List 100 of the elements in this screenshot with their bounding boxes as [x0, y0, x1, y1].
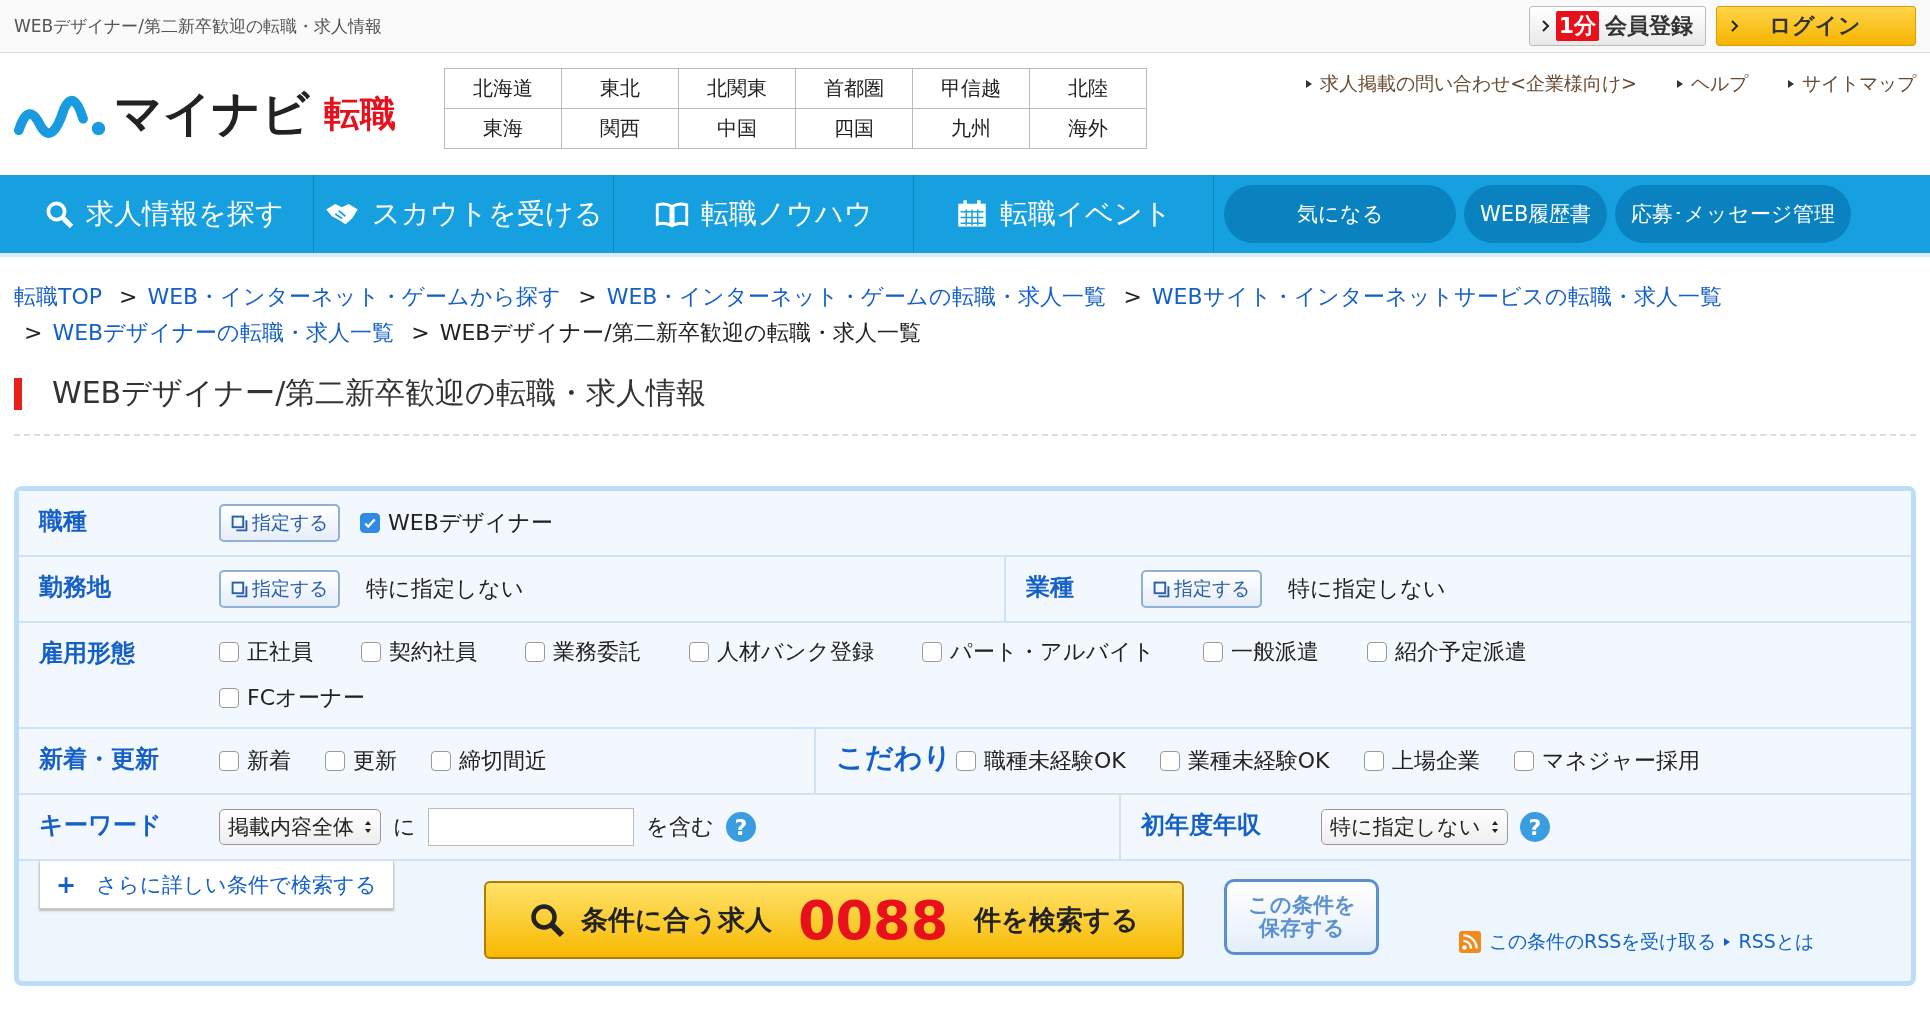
checkbox[interactable] [1367, 642, 1387, 662]
logo-text: マイナビ [114, 84, 310, 143]
region-link[interactable]: 東北 [562, 68, 679, 109]
option-label: FCオーナー [247, 684, 365, 712]
breadcrumb-separator: > [24, 320, 43, 345]
region-link[interactable]: 九州 [913, 108, 1030, 149]
checkbox[interactable] [1513, 751, 1534, 771]
breadcrumb-separator: > [411, 320, 430, 345]
field-label: 業種 [1025, 572, 1075, 603]
region-link[interactable]: 北関東 [679, 68, 796, 109]
field-label: 新着・更新 [38, 744, 160, 775]
save-conditions-button[interactable]: この条件を 保存する [1224, 879, 1380, 955]
region-link[interactable]: 中国 [679, 108, 796, 149]
page-heading: WEBデザイナー/第二新卒歓迎の転職・求人情報 [52, 374, 707, 412]
search-button[interactable]: 条件に合う求人 0088 件を検索する [484, 881, 1185, 959]
scope-select[interactable]: 掲載内容全体 [219, 809, 381, 845]
rss-icon [1459, 931, 1482, 953]
option-label: 正社員 [247, 638, 313, 666]
triangle-icon [1677, 80, 1683, 88]
region-link[interactable]: 北陸 [1030, 68, 1147, 109]
keyword-input[interactable] [428, 808, 634, 846]
field-label: 雇用形態 [38, 638, 136, 669]
checkbox[interactable] [525, 642, 545, 662]
connector-text: に [393, 813, 416, 841]
option-label: 職種未経験OK [984, 747, 1126, 775]
window-icon [231, 514, 248, 532]
breadcrumb-separator: > [1123, 284, 1142, 309]
region-link[interactable]: 関西 [562, 108, 679, 149]
field-label: 勤務地 [38, 572, 112, 603]
suffix-text: を含む [646, 813, 714, 841]
triangle-icon [1306, 80, 1313, 88]
checkbox[interactable] [1203, 642, 1223, 662]
checkbox[interactable] [360, 513, 380, 533]
specify-button[interactable]: 指定する [1141, 570, 1262, 608]
header-link[interactable]: ヘルプ [1691, 71, 1748, 97]
checkbox[interactable] [431, 751, 451, 771]
nav-pill-button[interactable]: WEB履歴書 [1464, 185, 1608, 243]
window-icon [231, 580, 248, 598]
login-button[interactable]: ログイン [1716, 6, 1916, 46]
checkbox[interactable] [325, 751, 345, 771]
register-button[interactable]: 1分 会員登録 [1528, 6, 1706, 46]
header-link[interactable]: 求人掲載の問い合わせ<企業様向け> [1320, 71, 1637, 97]
specify-button[interactable]: 指定する [219, 570, 340, 608]
field-value: 特に指定しない [366, 575, 524, 603]
chevron-icon [1541, 20, 1550, 32]
field-label: キーワード [38, 810, 163, 841]
check-icon [363, 516, 377, 530]
option-label: 人材バンク登録 [717, 638, 874, 666]
option-label: 業種未経験OK [1187, 747, 1330, 775]
window-icon [1153, 580, 1170, 598]
option-label: 更新 [353, 747, 397, 775]
checkbox[interactable] [1363, 751, 1384, 771]
checkbox[interactable] [361, 642, 381, 662]
rss-about-link[interactable]: RSSとは [1738, 929, 1814, 955]
checkbox[interactable] [219, 642, 239, 662]
breadcrumb-separator: > [119, 284, 138, 309]
search-icon [528, 902, 565, 938]
option-label: 業務委託 [553, 638, 641, 666]
region-link[interactable]: 甲信越 [913, 68, 1030, 109]
search-icon [43, 199, 74, 229]
header-link[interactable]: サイトマップ [1802, 71, 1916, 97]
salary-select[interactable]: 特に指定しない [1321, 809, 1508, 845]
breadcrumb-link[interactable]: 転職TOP [14, 284, 103, 309]
breadcrumb-link[interactable]: WEB・インターネット・ゲームから探す [147, 284, 562, 309]
updown-arrow-icon [364, 820, 372, 834]
field-label: 初年度年収 [1139, 810, 1262, 841]
breadcrumb-link[interactable]: WEBサイト・インターネットサービスの転職・求人一覧 [1151, 284, 1722, 309]
option-label: 紹介予定派遣 [1395, 638, 1527, 666]
checkbox[interactable] [922, 642, 942, 662]
checkbox[interactable] [219, 751, 239, 771]
breadcrumb-separator: > [578, 284, 597, 309]
breadcrumb-link[interactable]: WEB・インターネット・ゲームの転職・求人一覧 [606, 284, 1107, 309]
calendar-icon [955, 199, 988, 229]
specify-button[interactable]: 指定する [219, 504, 340, 542]
region-link[interactable]: 北海道 [445, 68, 562, 109]
option-label: WEBデザイナー [388, 509, 553, 537]
option-label: マネジャー採用 [1541, 747, 1700, 775]
option-label: 上場企業 [1391, 747, 1480, 775]
breadcrumb-link[interactable]: WEBデザイナーの転職・求人一覧 [52, 320, 395, 345]
more-conditions-button[interactable]: + さらに詳しい条件で検索する [39, 861, 395, 909]
region-link[interactable]: 首都圏 [796, 68, 913, 109]
rss-link[interactable]: この条件のRSSを受け取る [1489, 929, 1717, 955]
nav-pill-button[interactable]: 気になる [1224, 185, 1456, 243]
checkbox[interactable] [219, 688, 239, 708]
option-label: 締切間近 [459, 747, 547, 775]
updown-arrow-icon [1491, 820, 1499, 834]
region-link[interactable]: 海外 [1030, 108, 1147, 149]
region-link[interactable]: 東海 [445, 108, 562, 149]
checkbox[interactable] [956, 751, 976, 771]
field-label: こだわり [835, 740, 953, 776]
book-icon [654, 200, 689, 228]
checkbox[interactable] [689, 642, 709, 662]
logo-subtext: 転職 [324, 91, 396, 136]
nav-pill-button[interactable]: 応募･メッセージ管理 [1615, 185, 1852, 243]
checkbox[interactable] [1159, 751, 1180, 771]
option-label: 契約社員 [389, 638, 477, 666]
heading-marker [14, 377, 22, 410]
field-value: 特に指定しない [1288, 575, 1446, 603]
region-link[interactable]: 四国 [796, 108, 913, 149]
breadcrumb-current: WEBデザイナー/第二新卒歓迎の転職・求人一覧 [439, 320, 921, 345]
